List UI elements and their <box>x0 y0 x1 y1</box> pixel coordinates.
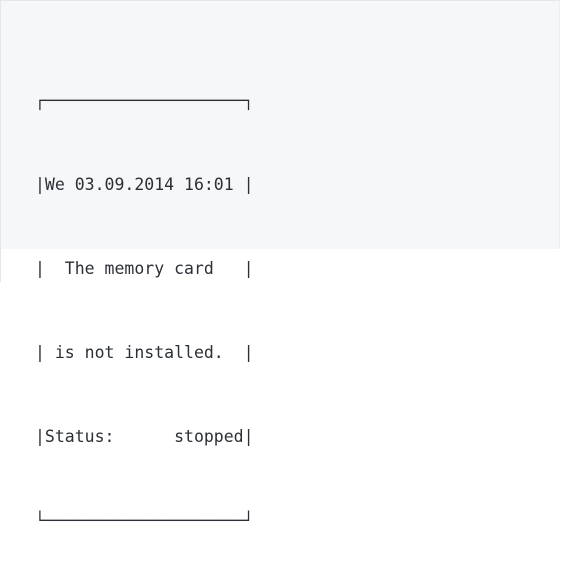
display-border-bottom: └────────────────────┘ <box>35 511 254 530</box>
right-divider <box>559 0 560 249</box>
left-divider <box>0 0 1 282</box>
screenshot-frame: ┌────────────────────┐ |We 03.09.2014 16… <box>0 0 561 530</box>
display-line-message-1: | The memory card | <box>35 259 254 278</box>
lcd-text-display: ┌────────────────────┐ |We 03.09.2014 16… <box>35 31 254 564</box>
display-line-message-2: | is not installed. | <box>35 343 254 362</box>
top-divider <box>0 0 559 1</box>
display-line-datetime: |We 03.09.2014 16:01 | <box>35 175 254 194</box>
code-panel: ┌────────────────────┐ |We 03.09.2014 16… <box>1 1 559 530</box>
display-line-status: |Status: stopped| <box>35 427 254 446</box>
display-border-top: ┌────────────────────┐ <box>35 91 254 110</box>
